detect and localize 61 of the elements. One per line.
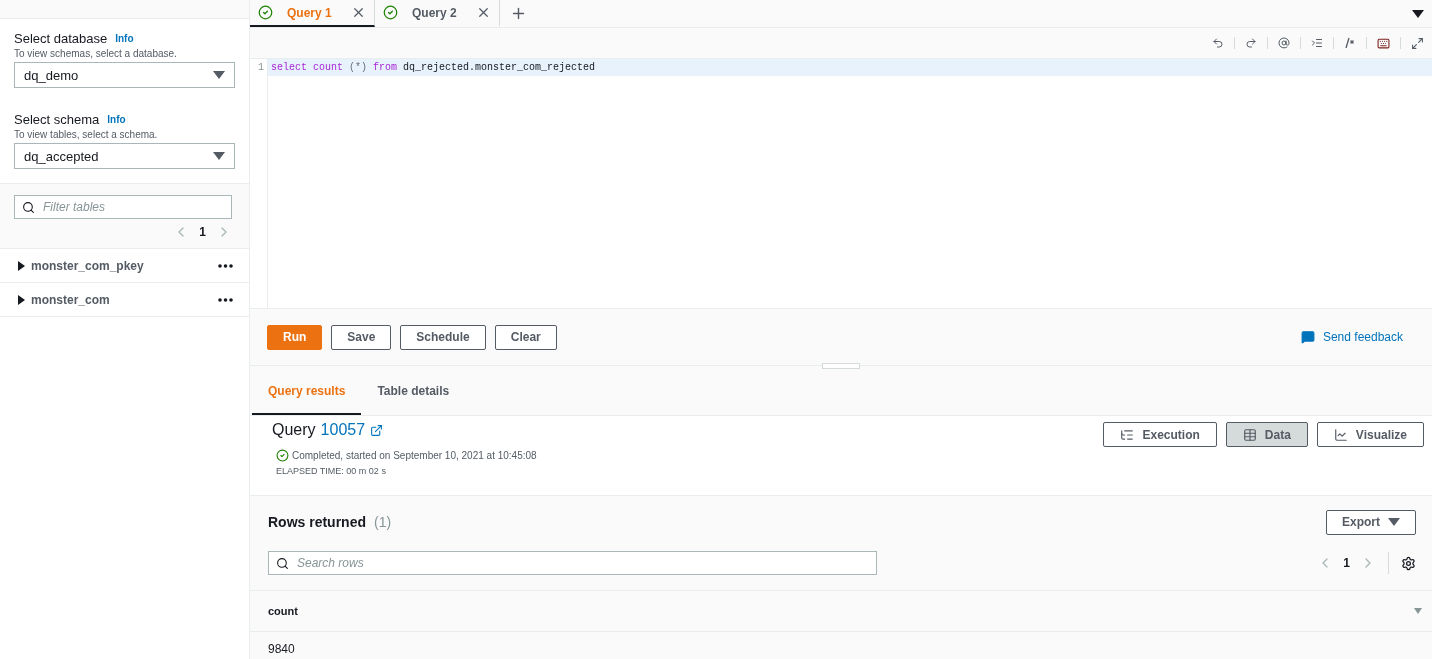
field-hint: To view tables, select a schema. (14, 129, 159, 140)
table-name[interactable]: monster_com_pkey (31, 258, 212, 273)
export-button[interactable]: Export (1326, 509, 1416, 535)
add-tab-icon[interactable] (510, 5, 527, 22)
close-icon[interactable] (351, 5, 366, 20)
filter-field[interactable]: Filter tables (14, 195, 232, 219)
indent-icon[interactable] (1311, 37, 1323, 49)
section-title: Rows returned (268, 514, 366, 530)
line-number: 1 (257, 62, 264, 73)
sort-icon[interactable] (1414, 608, 1422, 614)
more-actions-icon[interactable] (218, 263, 233, 268)
field-label: Select schema (14, 112, 100, 127)
page-number[interactable]: 1 (1343, 556, 1350, 570)
external-link-icon[interactable] (370, 423, 384, 437)
expand-caret-icon[interactable] (18, 294, 25, 305)
query-id-link[interactable]: 10057 (320, 421, 366, 439)
more-actions-icon[interactable] (218, 297, 233, 302)
search-icon (22, 201, 35, 214)
success-check-icon (258, 5, 273, 20)
field-label: Select database (14, 31, 108, 46)
view-button[interactable]: Execution (1103, 422, 1217, 447)
info-link[interactable]: Info (107, 114, 126, 125)
dropdown-select[interactable]: dq_accepted (14, 143, 235, 169)
action-button[interactable]: Save (331, 324, 392, 350)
redo-icon[interactable] (1245, 37, 1257, 49)
field-hint: To view schemas, select a database. (14, 48, 178, 59)
at-sign-icon[interactable] (1278, 37, 1290, 49)
resize-handle[interactable] (822, 363, 860, 369)
page-number[interactable]: 1 (199, 225, 206, 239)
action-button[interactable]: Clear (494, 324, 557, 350)
search-icon (276, 557, 289, 570)
expand-caret-icon[interactable] (18, 260, 25, 271)
success-check-icon (383, 5, 398, 20)
status-text: Completed, started on September 10, 2021 at 10:45:08 (292, 450, 537, 461)
keyboard-icon[interactable] (1377, 36, 1390, 50)
view-button[interactable]: Visualize (1316, 422, 1424, 447)
column-header[interactable]: count (268, 605, 298, 617)
success-check-icon (276, 449, 289, 462)
info-link[interactable]: Info (115, 33, 134, 44)
line-chart-icon (1333, 427, 1348, 442)
undo-icon[interactable] (1212, 37, 1224, 49)
row-count: (1) (374, 514, 392, 530)
search-field[interactable]: Search rows (268, 551, 877, 575)
elapsed-time: ELAPSED TIME: 00 m 02 s (276, 466, 387, 476)
table-cell-text: 9840 (268, 641, 296, 656)
fullscreen-icon[interactable] (1411, 36, 1424, 50)
result-tab[interactable]: Table details (361, 369, 466, 415)
dropdown-select[interactable]: dq_demo (14, 62, 235, 88)
send-feedback-link[interactable]: Send feedback (1300, 330, 1403, 344)
table-icon (1242, 427, 1257, 442)
dropdown-caret-icon[interactable] (1412, 9, 1424, 18)
query-tab[interactable]: Query 2 (375, 0, 500, 27)
list-icon (1120, 427, 1135, 442)
query-title: Query (272, 421, 316, 439)
speech-bubble-icon (1300, 330, 1315, 344)
comment-slash-icon[interactable] (1344, 37, 1356, 49)
settings-icon[interactable] (1401, 555, 1416, 571)
action-button[interactable]: Schedule (400, 324, 486, 350)
table-name[interactable]: monster_com (31, 292, 212, 307)
close-icon[interactable] (476, 5, 491, 20)
view-button[interactable]: Data (1225, 422, 1308, 447)
